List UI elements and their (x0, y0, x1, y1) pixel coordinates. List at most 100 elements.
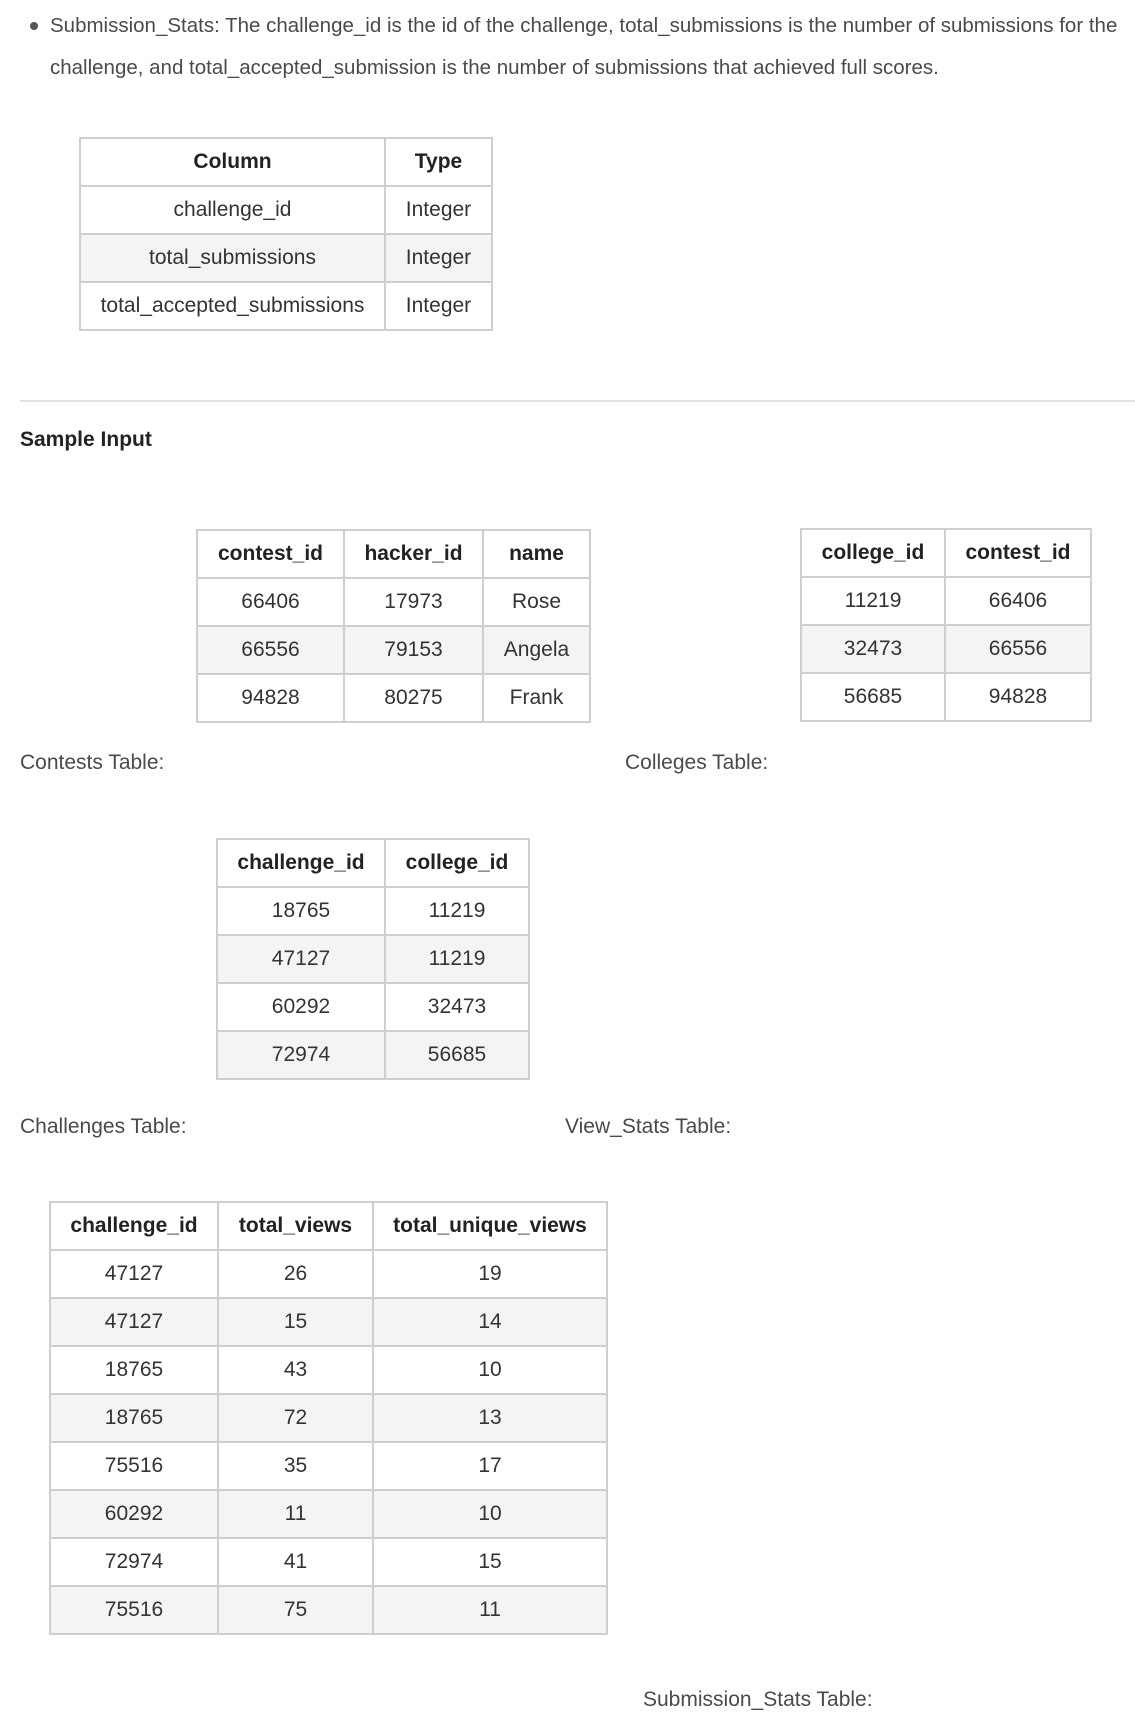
colleges-caption: Colleges Table: (625, 751, 769, 774)
table-cell: 66556 (944, 624, 1092, 674)
table-cell: 72974 (49, 1537, 219, 1587)
table-cell: 66406 (196, 577, 345, 627)
table-row: total_submissions Integer (79, 233, 493, 283)
column-header: challenge_id (49, 1201, 219, 1251)
header-row: challenge_id total_views total_unique_view… (49, 1201, 608, 1251)
table-row: 66556 79153 Angela (196, 625, 591, 675)
table-row: 56685 94828 (800, 672, 1092, 722)
table-row: 75516 75 11 (49, 1585, 608, 1635)
table-cell: 43 (217, 1345, 374, 1395)
table-row: 94828 80275 Frank (196, 673, 591, 723)
table-cell: 66556 (196, 625, 345, 675)
table-cell: 47127 (49, 1249, 219, 1299)
table-cell: 11219 (384, 934, 530, 984)
column-header: hacker_id (343, 529, 484, 579)
table-cell: 75516 (49, 1441, 219, 1491)
table-row: 47127 11219 (216, 934, 530, 984)
table-cell: Rose (482, 577, 591, 627)
table-cell: 14 (372, 1297, 608, 1347)
column-header: Column (79, 137, 386, 187)
submission-stats-description: Submission_Stats: The challenge_id is th… (25, 5, 1125, 89)
table-cell: 75516 (49, 1585, 219, 1635)
table-cell: total_submissions (79, 233, 386, 283)
table-cell: 56685 (384, 1030, 530, 1080)
table-cell: 18765 (216, 886, 386, 936)
table-row: challenge_id Integer (79, 185, 493, 235)
table-cell: Integer (384, 233, 493, 283)
table-row: 18765 43 10 (49, 1345, 608, 1395)
table-row: total_accepted_submissions Integer (79, 281, 493, 331)
table-cell: 17973 (343, 577, 484, 627)
table-cell: 13 (372, 1393, 608, 1443)
column-header: college_id (800, 528, 946, 578)
table-cell: 10 (372, 1489, 608, 1539)
table-cell: 56685 (800, 672, 946, 722)
schema-table: Column Type challenge_id Integer total_submi… (79, 137, 493, 331)
table-cell: 11219 (384, 886, 530, 936)
bullet-icon (30, 22, 38, 30)
table-cell: 15 (372, 1537, 608, 1587)
table-row: 18765 11219 (216, 886, 530, 936)
challenges-table: challenge_id college_id 18765 11219 47127 112… (216, 838, 530, 1080)
table-row: 66406 17973 Rose (196, 577, 591, 627)
table-cell: 11 (372, 1585, 608, 1635)
table-cell: 94828 (196, 673, 345, 723)
column-header: total_views (217, 1201, 374, 1251)
description-text: Submission_Stats: The challenge_id is th… (50, 14, 1118, 79)
table-cell: 18765 (49, 1393, 219, 1443)
table-cell: 15 (217, 1297, 374, 1347)
table-row: 72974 41 15 (49, 1537, 608, 1587)
challenges-caption: Challenges Table: (20, 1115, 187, 1138)
contests-caption: Contests Table: (20, 751, 165, 774)
header-row: college_id contest_id (800, 528, 1092, 578)
table-cell: 75 (217, 1585, 374, 1635)
table-cell: 26 (217, 1249, 374, 1299)
table-row: 60292 11 10 (49, 1489, 608, 1539)
table-cell: 47127 (49, 1297, 219, 1347)
table-cell: 72974 (216, 1030, 386, 1080)
table-cell: 10 (372, 1345, 608, 1395)
table-cell: Angela (482, 625, 591, 675)
column-header: college_id (384, 838, 530, 888)
table-cell: 47127 (216, 934, 386, 984)
section-heading: Sample Input (20, 428, 152, 451)
table-row: 32473 66556 (800, 624, 1092, 674)
table-cell: 72 (217, 1393, 374, 1443)
table-cell: 66406 (944, 576, 1092, 626)
column-header: total_unique_views (372, 1201, 608, 1251)
column-header: name (482, 529, 591, 579)
header-row: challenge_id college_id (216, 838, 530, 888)
table-cell: 19 (372, 1249, 608, 1299)
table-cell: total_accepted_submissions (79, 281, 386, 331)
table-row: 75516 35 17 (49, 1441, 608, 1491)
submission-stats-caption: Submission_Stats Table: (643, 1688, 873, 1711)
view-stats-table: challenge_id total_views total_unique_view… (49, 1201, 608, 1635)
column-header: challenge_id (216, 838, 386, 888)
table-cell: 80275 (343, 673, 484, 723)
colleges-table: college_id contest_id 11219 66406 32473 66556… (800, 528, 1092, 722)
table-cell: challenge_id (79, 185, 386, 235)
table-cell: 94828 (944, 672, 1092, 722)
table-cell: Frank (482, 673, 591, 723)
table-row: 11219 66406 (800, 576, 1092, 626)
table-cell: 35 (217, 1441, 374, 1491)
header-row: Column Type (79, 137, 493, 187)
table-cell: Integer (384, 185, 493, 235)
table-row: 18765 72 13 (49, 1393, 608, 1443)
header-row: contest_id hacker_id name (196, 529, 591, 579)
table-row: 47127 15 14 (49, 1297, 608, 1347)
contests-table: contest_id hacker_id name 66406 17973 Rose 665… (196, 529, 591, 723)
table-cell: 11 (217, 1489, 374, 1539)
table-cell: Integer (384, 281, 493, 331)
column-header: Type (384, 137, 493, 187)
column-header: contest_id (196, 529, 345, 579)
table-cell: 18765 (49, 1345, 219, 1395)
column-header: contest_id (944, 528, 1092, 578)
table-cell: 17 (372, 1441, 608, 1491)
table-cell: 60292 (216, 982, 386, 1032)
table-cell: 60292 (49, 1489, 219, 1539)
section-divider (20, 400, 1135, 402)
table-cell: 79153 (343, 625, 484, 675)
table-cell: 32473 (800, 624, 946, 674)
view-stats-caption: View_Stats Table: (565, 1115, 732, 1138)
